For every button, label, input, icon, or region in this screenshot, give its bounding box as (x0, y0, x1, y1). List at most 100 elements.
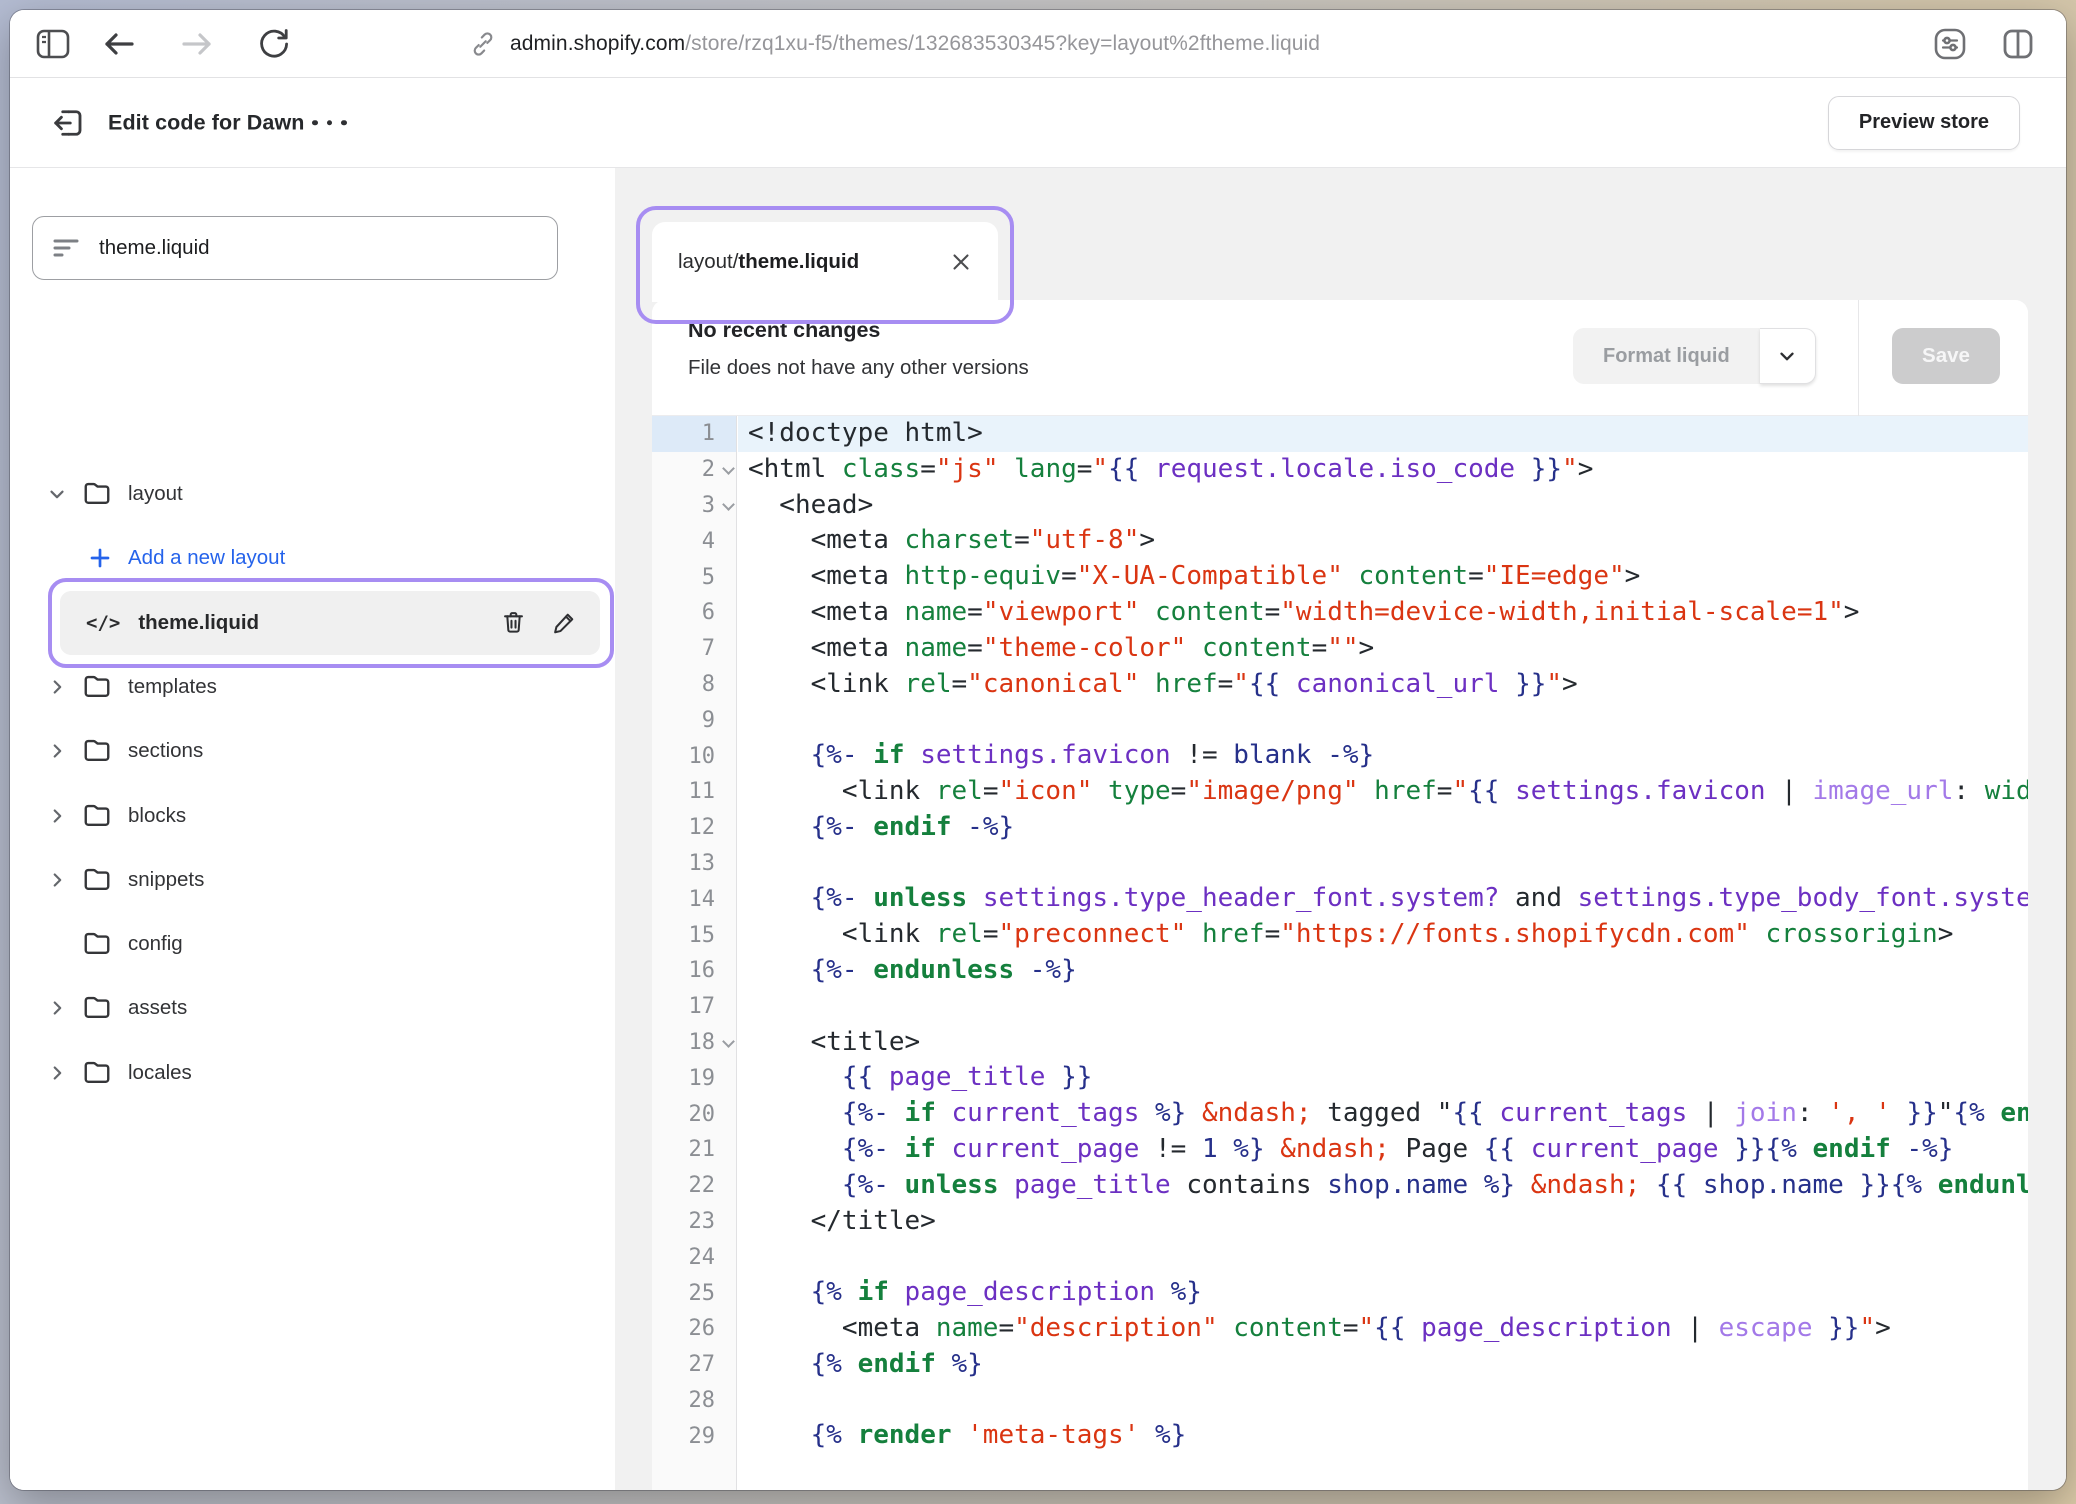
sidebar-item-add-a-new-layout[interactable]: Add a new layout (10, 534, 615, 582)
split-view-icon[interactable] (2000, 26, 2036, 62)
code-line[interactable] (738, 989, 2028, 1025)
code-line[interactable]: <meta http-equiv="X-UA-Compatible" conte… (738, 559, 2028, 595)
chevron-down-icon[interactable] (46, 482, 70, 506)
gutter-line-number: 18 (652, 1025, 736, 1061)
save-button[interactable]: Save (1892, 328, 2000, 384)
chevron-right-icon[interactable] (46, 739, 70, 763)
sidebar-item-locales[interactable]: locales (10, 1049, 615, 1097)
code-line[interactable]: <!doctype html> (738, 416, 2028, 452)
reload-icon[interactable] (258, 27, 290, 61)
code-line[interactable]: <title> (738, 1025, 2028, 1061)
code-line[interactable] (738, 846, 2028, 882)
chevron-right-icon[interactable] (46, 675, 70, 699)
sidebar-item-snippets[interactable]: snippets (10, 856, 615, 904)
sidebar-item-sections[interactable]: sections (10, 727, 615, 775)
url-path: /store/rzq1xu-f5/themes/132683530345?key… (685, 32, 1320, 55)
code-line[interactable] (738, 1239, 2028, 1275)
chevron-right-icon[interactable] (46, 1061, 70, 1085)
file-search-input[interactable] (99, 236, 539, 260)
code-lines[interactable]: <!doctype html><html class="js" lang="{{… (738, 416, 2028, 1490)
format-liquid-button[interactable]: Format liquid (1573, 328, 1760, 384)
status-title: No recent changes (688, 318, 880, 343)
code-line[interactable] (738, 702, 2028, 738)
fold-toggle-icon[interactable] (722, 498, 735, 511)
app-header: Edit code for Dawn Preview store (10, 78, 2066, 168)
code-line[interactable]: <link rel="preconnect" href="https://fon… (738, 917, 2028, 953)
browser-settings-icon[interactable] (1932, 26, 1968, 62)
gutter-line-number: 29 (652, 1418, 736, 1454)
code-line[interactable]: {%- unless page_title contains shop.name… (738, 1168, 2028, 1204)
code-line[interactable]: <meta name="viewport" content="width=dev… (738, 595, 2028, 631)
sidebar-item-theme-liquid[interactable]: </>theme.liquid (60, 591, 600, 655)
sidebar-item-templates[interactable]: templates (10, 663, 615, 711)
code-line[interactable]: <meta name="theme-color" content=""> (738, 631, 2028, 667)
forward-icon[interactable] (180, 30, 214, 58)
sidebar-item-config[interactable]: config (10, 920, 615, 968)
close-icon[interactable] (950, 251, 972, 273)
code-line[interactable]: <meta charset="utf-8"> (738, 523, 2028, 559)
format-options-button[interactable] (1760, 328, 1816, 384)
folder-icon (82, 479, 112, 509)
code-line[interactable]: <head> (738, 488, 2028, 524)
more-actions-icon[interactable] (312, 120, 347, 126)
editor-panel: No recent changes File does not have any… (652, 300, 2028, 1490)
pencil-icon[interactable] (551, 609, 578, 636)
gutter-line-number: 9 (652, 702, 736, 738)
code-line[interactable]: {% endif %} (738, 1347, 2028, 1383)
code-editor[interactable]: 1234567891011121314151617181920212223242… (652, 416, 2028, 1490)
back-icon[interactable] (102, 30, 136, 58)
gutter-line-number: 13 (652, 846, 736, 882)
gutter-line-number: 3 (652, 488, 736, 524)
code-line[interactable]: {%- if current_page != 1 %} &ndash; Page… (738, 1132, 2028, 1168)
gutter-line-number: 23 (652, 1204, 736, 1240)
sidebar-item-layout[interactable]: layout (10, 470, 615, 518)
code-line[interactable]: {% render 'meta-tags' %} (738, 1418, 2028, 1454)
editor-toolbar: No recent changes File does not have any… (652, 300, 2028, 416)
gutter-line-number: 12 (652, 810, 736, 846)
fold-toggle-icon[interactable] (722, 1035, 735, 1048)
sidebar-toggle-icon[interactable] (36, 29, 70, 59)
code-line[interactable]: {% if page_description %} (738, 1275, 2028, 1311)
chevron-right-icon[interactable] (46, 868, 70, 892)
gutter-line-number: 6 (652, 595, 736, 631)
filter-icon (51, 235, 81, 261)
tab-theme-liquid[interactable]: layout/theme.liquid (652, 222, 998, 302)
gutter-line-number: 24 (652, 1239, 736, 1275)
fold-toggle-icon[interactable] (722, 462, 735, 475)
code-line[interactable]: <html class="js" lang="{{ request.locale… (738, 452, 2028, 488)
chevron-right-icon[interactable] (46, 804, 70, 828)
code-line[interactable]: {%- if settings.favicon != blank -%} (738, 738, 2028, 774)
code-line[interactable]: {%- unless settings.type_header_font.sys… (738, 881, 2028, 917)
gutter-line-number: 14 (652, 881, 736, 917)
code-line[interactable]: <link rel="icon" type="image/png" href="… (738, 774, 2028, 810)
sidebar-item-label: theme.liquid (138, 611, 259, 635)
gutter-line-number: 2 (652, 452, 736, 488)
plus-icon (88, 546, 112, 570)
address-bar[interactable]: admin.shopify.com/store/rzq1xu-f5/themes… (510, 32, 1320, 56)
code-line[interactable]: </title> (738, 1204, 2028, 1240)
code-line[interactable]: <link rel="canonical" href="{{ canonical… (738, 667, 2028, 703)
folder-icon (82, 801, 112, 831)
sidebar-item-assets[interactable]: assets (10, 984, 615, 1032)
exit-editor-icon[interactable] (50, 105, 86, 141)
code-line[interactable]: {%- if current_tags %} &ndash; tagged "{… (738, 1096, 2028, 1132)
gutter-line-number: 5 (652, 559, 736, 595)
gutter-line-number: 17 (652, 989, 736, 1025)
url-domain: admin.shopify.com (510, 32, 685, 55)
gutter-line-number: 16 (652, 953, 736, 989)
gutter-line-number: 11 (652, 774, 736, 810)
code-line[interactable] (738, 1383, 2028, 1419)
code-line[interactable]: {%- endunless -%} (738, 953, 2028, 989)
sidebar-item-blocks[interactable]: blocks (10, 792, 615, 840)
gutter-line-number: 26 (652, 1311, 736, 1347)
trash-icon[interactable] (500, 609, 527, 636)
chevron-down-icon (1776, 345, 1798, 367)
code-line[interactable]: <meta name="description" content="{{ pag… (738, 1311, 2028, 1347)
gutter-line-number: 21 (652, 1132, 736, 1168)
code-line[interactable]: {%- endif -%} (738, 810, 2028, 846)
chevron-right-icon[interactable] (46, 996, 70, 1020)
preview-store-button[interactable]: Preview store (1828, 96, 2020, 150)
sidebar-item-label: snippets (128, 868, 204, 892)
file-search-box[interactable] (32, 216, 558, 280)
code-line[interactable]: {{ page_title }} (738, 1060, 2028, 1096)
